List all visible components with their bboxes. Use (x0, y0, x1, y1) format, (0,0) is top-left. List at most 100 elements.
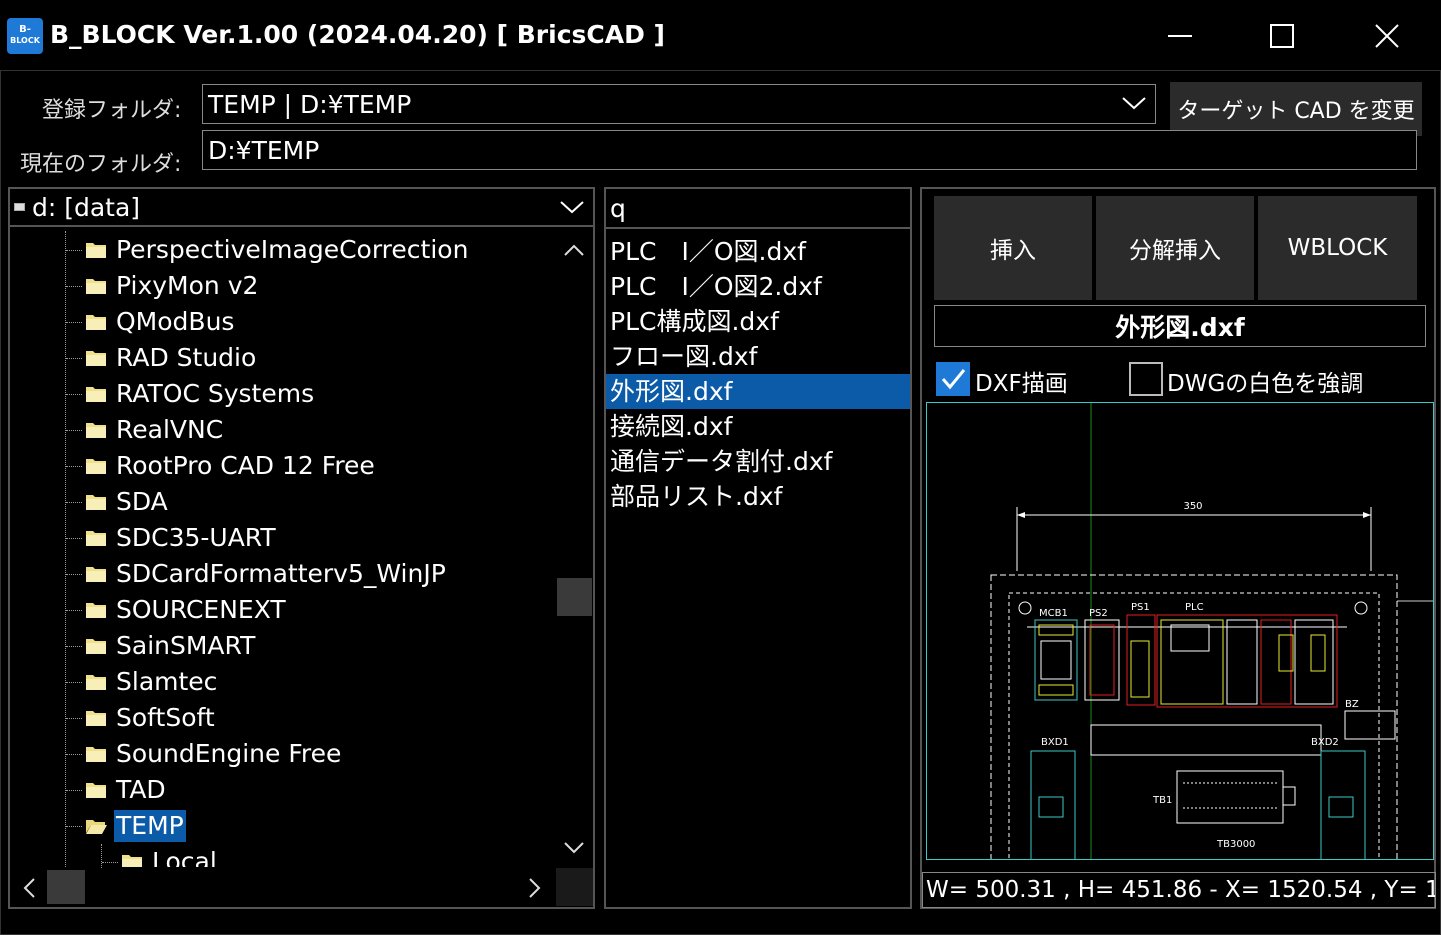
drive-combo[interactable]: d: [data] (10, 189, 593, 227)
folder-icon (86, 567, 106, 582)
tree-item[interactable]: RATOC Systems (10, 376, 555, 412)
registered-folder-value: TEMP | D:¥TEMP (208, 89, 412, 119)
tree-item[interactable]: PixyMon v2 (10, 268, 555, 304)
tree-item[interactable]: SainSMART (10, 628, 555, 664)
drawing-preview[interactable]: 350 MCB1 PS2 PS1 PLC BZ BXD1 BXD2 TB1 TB… (926, 402, 1434, 860)
tree-vertical-scroll-thumb[interactable] (557, 578, 592, 616)
tree-item[interactable]: RAD Studio (10, 340, 555, 376)
tree-connector (66, 646, 82, 647)
file-list-item[interactable]: PLC構成図.dxf (606, 304, 910, 339)
tree-connector (66, 538, 82, 539)
dimension-label: 350 (1183, 501, 1202, 512)
folder-icon (86, 783, 106, 798)
tree-connector (66, 286, 82, 287)
close-button[interactable] (1352, 10, 1422, 62)
dxf-draw-label: DXF描画 (975, 371, 1068, 397)
change-target-cad-button[interactable]: ターゲット CAD を変更 (1170, 82, 1422, 136)
tree-item[interactable]: TAD (10, 772, 555, 808)
tree-item[interactable]: Slamtec (10, 664, 555, 700)
file-filter-value: q (610, 193, 626, 223)
window-title: B_BLOCK Ver.1.00 (2024.04.20) [ BricsCAD… (50, 20, 665, 49)
tree-connector (66, 574, 82, 575)
tree-item[interactable]: SDA (10, 484, 555, 520)
file-list-item[interactable]: 接続図.dxf (606, 409, 910, 444)
tree-item-label: SDCardFormatterv5_WinJP (116, 559, 446, 588)
folder-icon (86, 495, 106, 510)
tree-item[interactable]: SDCardFormatterv5_WinJP (10, 556, 555, 592)
folder-icon (86, 675, 106, 690)
drive-value: d: [data] (32, 192, 141, 222)
tree-item[interactable]: RootPro CAD 12 Free (10, 448, 555, 484)
tree-item[interactable]: RealVNC (10, 412, 555, 448)
registered-folder-combo[interactable]: TEMP | D:¥TEMP (202, 84, 1156, 124)
tree-item[interactable]: TEMP (10, 808, 555, 844)
tree-horizontal-scrollbar[interactable] (10, 868, 555, 906)
folder-icon (86, 423, 106, 438)
wblock-button[interactable]: WBLOCK (1258, 196, 1417, 300)
folder-icon (86, 747, 106, 762)
tree-item[interactable]: SOURCENEXT (10, 592, 555, 628)
tree-item[interactable]: Local (10, 844, 555, 867)
minimize-icon (1168, 35, 1192, 37)
dwg-white-emphasis-label: DWGの白色を強調 (1167, 371, 1364, 397)
dwg-white-emphasis-checkbox[interactable] (1129, 362, 1163, 396)
folder-icon (86, 279, 106, 294)
tree-connector (66, 466, 82, 467)
file-list-item[interactable]: 通信データ割付.dxf (606, 444, 910, 479)
folder-icon (86, 315, 106, 330)
tree-item-label: RAD Studio (116, 343, 257, 372)
tree-item[interactable]: PerspectiveImageCorrection (10, 232, 555, 268)
tree-item-label: Slamtec (116, 667, 218, 696)
tree-item-label: TEMP (114, 810, 186, 842)
file-list-item[interactable]: PLC I／O図.dxf (606, 234, 910, 269)
maximize-button[interactable] (1247, 10, 1317, 62)
file-list-item[interactable]: フロー図.dxf (606, 339, 910, 374)
file-filter-input[interactable]: q (606, 189, 910, 229)
folder-open-icon (86, 820, 107, 834)
status-bar: W= 500.31 , H= 451.86 - X= 1520.54 , Y= … (922, 872, 1436, 908)
tree-item[interactable]: SoftSoft (10, 700, 555, 736)
file-list-item[interactable]: PLC I／O図2.dxf (606, 269, 910, 304)
minimize-button[interactable] (1145, 10, 1215, 62)
folder-icon (86, 459, 106, 474)
registered-folder-label: 登録フォルダ: (42, 98, 182, 123)
plc-label: PLC (1185, 602, 1204, 613)
tree-horizontal-scroll-thumb[interactable] (47, 870, 85, 904)
folder-tree[interactable]: PerspectiveImageCorrection PixyMon v2 QMod… (10, 231, 555, 867)
file-list-item[interactable]: 外形図.dxf (606, 374, 910, 409)
chevron-down-icon (564, 842, 584, 854)
tree-item[interactable]: SoundEngine Free (10, 736, 555, 772)
tree-guide-line (101, 844, 102, 868)
tree-item-label: PerspectiveImageCorrection (116, 235, 469, 264)
ps2-label: PS2 (1089, 608, 1108, 619)
folder-icon (86, 603, 106, 618)
tree-connector (66, 718, 82, 719)
app-icon: B- BLOCK (7, 18, 43, 54)
dxf-draw-checkbox[interactable] (936, 362, 970, 396)
current-folder-field[interactable]: D:¥TEMP (202, 130, 1417, 170)
tree-item-label: TAD (116, 775, 166, 804)
tree-connector (66, 430, 82, 431)
bz-label: BZ (1345, 699, 1359, 710)
folder-icon (122, 855, 142, 867)
file-list-item[interactable]: 部品リスト.dxf (606, 479, 910, 514)
tree-item[interactable]: QModBus (10, 304, 555, 340)
tree-vertical-scrollbar[interactable] (556, 231, 593, 867)
tree-item-label: RealVNC (116, 415, 224, 444)
explode-insert-button[interactable]: 分解挿入 (1096, 196, 1254, 300)
tree-connector (66, 610, 82, 611)
drawing-canvas: 350 MCB1 PS2 PS1 PLC BZ BXD1 BXD2 TB1 TB… (990, 403, 1433, 859)
tree-item-label: RATOC Systems (116, 379, 315, 408)
insert-button[interactable]: 挿入 (934, 196, 1092, 300)
close-icon (1375, 24, 1399, 48)
selected-file-name: 外形図.dxf (934, 305, 1426, 347)
tree-item-label: QModBus (116, 307, 235, 336)
drive-icon (14, 203, 25, 211)
tree-item[interactable]: SDC35-UART (10, 520, 555, 556)
tree-connector (66, 250, 82, 251)
chevron-down-icon (1122, 97, 1146, 110)
bxd1-label: BXD1 (1041, 737, 1069, 748)
tree-item-label: SDA (116, 487, 168, 516)
tree-item-label: PixyMon v2 (116, 271, 259, 300)
current-folder-value: D:¥TEMP (208, 135, 320, 165)
